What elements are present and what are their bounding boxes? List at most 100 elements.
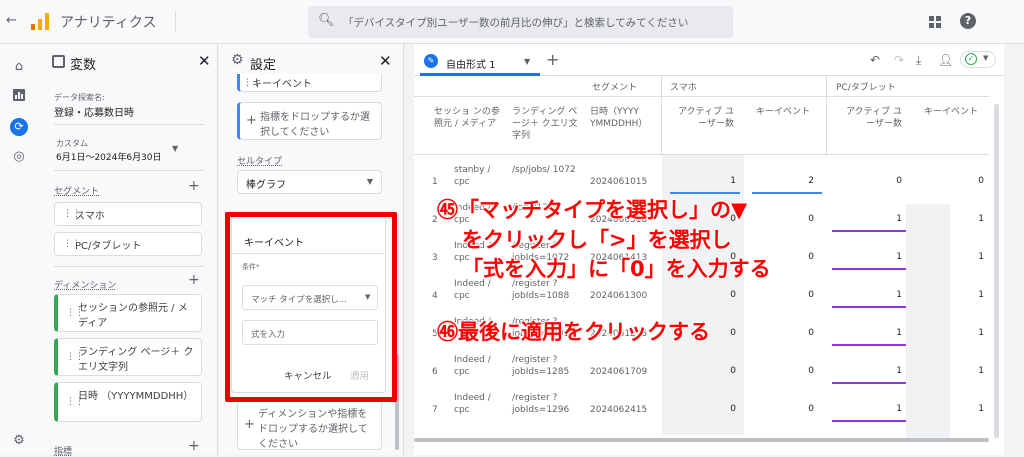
table-row[interactable]: 4 Indeed / cpc/register ?jobIds=1088 20240… (414, 276, 989, 314)
active-users-sp: 0 (730, 366, 736, 376)
explore-icon[interactable]: ⟳ (10, 118, 28, 136)
status-check-button[interactable]: ✓ ▼ (960, 51, 996, 68)
variables-title: 変数 (70, 58, 97, 73)
add-dimension-plus-icon: + (244, 417, 255, 432)
row-number: 6 (432, 367, 438, 377)
reports-icon[interactable] (10, 88, 28, 106)
table-row[interactable]: 7 Indeed / cpc/register ?jobIds=1296 20240… (414, 390, 989, 428)
active-users-sp: 0 (730, 290, 736, 300)
metric-bar (670, 192, 740, 194)
drop-metric-text: 指標をドロップするか選択してください (260, 112, 370, 138)
key-events-pc: 1 (978, 252, 984, 262)
explore-name[interactable]: 登録・応募数日時 (54, 104, 134, 119)
dimension-chip-landing[interactable]: ⋮⋮ ランディング ページ＋ クエリ文字列 (54, 338, 202, 376)
table-vertical-scrollbar[interactable] (994, 104, 999, 438)
variables-icon (52, 55, 65, 68)
help-icon[interactable]: ? (960, 13, 976, 29)
dimension-label: ランディング ページ＋ クエリ文字列 (78, 347, 194, 373)
add-tab-icon[interactable]: + (546, 50, 559, 69)
active-users-pc: 1 (896, 290, 902, 300)
add-segment-icon[interactable]: + (188, 178, 200, 194)
annotation-46: ㊻最後に適用をクリックする (437, 320, 710, 344)
redo-icon[interactable]: ↷ (894, 53, 904, 67)
search-box[interactable]: 🔍︎ 「デバイスタイプ別ユーザー数の前月比の伸び」と検索してみてください (308, 6, 733, 38)
nav-rail: ⌂ ⟳ ◎ ⚙ (0, 44, 38, 455)
segment-chip-pc[interactable]: ⋮⋮ PC/タブレット (54, 232, 202, 256)
col-divider (661, 76, 662, 154)
annotation-45-line1: ㊺「マッチタイプを選択し」の▼ (437, 198, 748, 222)
source-medium-header[interactable]: セッショ ンの参照元 / メディア (434, 106, 504, 130)
drop-metric-zone[interactable]: + 指標をドロップするか選択してください (237, 102, 382, 140)
active-users-header-sp[interactable]: アクティブ ユーザー数 (674, 106, 734, 130)
date-range-value: 6月1日～2024年6月30日 (56, 153, 162, 163)
table-horizontal-scrollbar[interactable] (414, 438, 989, 442)
metric-chip-key-events[interactable]: ⋮⋮ キーイベント (237, 74, 382, 92)
date-range-picker[interactable]: カスタム 6月1日～2024年6月30日 ▼ (54, 136, 204, 168)
search-icon: 🔍︎ (318, 13, 335, 28)
source-medium-cell: Indeed / cpc (454, 279, 491, 301)
app-title: アナリティクス (60, 15, 157, 31)
date-underline (54, 170, 204, 171)
key-events-header-pc[interactable]: キーイベント (924, 106, 984, 118)
key-events-sp: 0 (808, 328, 814, 338)
title-divider (175, 12, 176, 32)
drag-handle-icon[interactable]: ⋮⋮ (63, 209, 81, 219)
active-users-header-pc[interactable]: アクティブ ユーザー数 (842, 106, 902, 130)
landing-page-cell: /sp/jobs/ 1072 (512, 165, 576, 175)
datetime-header[interactable]: 日時（YYYY YMMDDHH） (590, 106, 656, 130)
key-events-header-sp[interactable]: キーイベント (756, 106, 816, 118)
close-settings-icon[interactable]: ✕ (379, 52, 392, 70)
add-metric-icon[interactable]: + (188, 438, 200, 454)
landing-page-header[interactable]: ランディング ページ＋ クエリ文字列 (512, 106, 578, 142)
landing-page-cell: /register ?jobIds=1285 (512, 355, 570, 377)
drag-handle-icon[interactable]: ⋮⋮ (66, 308, 84, 318)
drop-dimension-zone[interactable]: + ディメンションや指標をドロップするか選択してください (237, 400, 382, 450)
tab-dropdown-icon[interactable]: ▼ (524, 57, 530, 66)
check-icon: ✓ (965, 53, 977, 65)
segment-header: セグメント (592, 83, 638, 93)
dimension-chip-datetime[interactable]: ⋮⋮ 日時 （YYYYMMDDHH） (54, 382, 202, 422)
metrics-label: 指標 (54, 447, 73, 457)
advertising-icon[interactable]: ◎ (10, 148, 28, 166)
segment-smartphone-header[interactable]: スマホ (670, 82, 697, 94)
back-arrow-icon[interactable]: ← (6, 13, 17, 28)
drag-handle-icon[interactable]: ⋮⋮ (63, 239, 81, 249)
segment-chip-smartphone[interactable]: ⋮⋮ スマホ (54, 202, 202, 226)
top-bar: ← アナリティクス 🔍︎ 「デバイスタイプ別ユーザー数の前月比の伸び」と検索して… (0, 0, 1024, 44)
apps-grid-icon[interactable] (928, 14, 942, 28)
settings-title: 設定 (250, 58, 277, 73)
home-icon[interactable]: ⌂ (10, 58, 28, 76)
edit-tab-icon: ✎ (424, 54, 438, 68)
datetime-cell: 2024061015 (590, 177, 648, 187)
add-dimension-icon[interactable]: + (188, 272, 200, 288)
table-row[interactable]: 6 Indeed / cpc/register ?jobIds=1285 20240… (414, 352, 989, 390)
tab-free-form[interactable]: ✎ 自由形式 1 ▼ (420, 50, 540, 76)
table-row[interactable]: 1 stanby / cpc/sp/jobs/ 1072 2024061015 1 2 0… (414, 162, 989, 200)
active-users-pc: 1 (896, 252, 902, 262)
admin-gear-icon[interactable]: ⚙ (10, 432, 28, 450)
active-users-sp: 1 (730, 176, 736, 186)
share-user-icon[interactable]: 👤︎ (938, 53, 953, 67)
col-divider (826, 76, 827, 154)
active-users-pc: 1 (896, 214, 902, 224)
close-variables-icon[interactable]: ✕ (198, 52, 211, 70)
metric-bar (832, 344, 906, 346)
key-events-pc: 0 (978, 176, 984, 186)
drag-handle-icon[interactable]: ⋮⋮ (243, 78, 261, 88)
tab-label: 自由形式 1 (446, 60, 496, 71)
segment-pc-header[interactable]: PC/タブレット (836, 82, 896, 94)
search-placeholder: 「デバイスタイプ別ユーザー数の前月比の伸び」と検索してみてください (343, 17, 689, 29)
key-events-pc: 1 (978, 290, 984, 300)
download-icon[interactable]: ⤓ (916, 53, 921, 68)
metric-label: キーイベント (252, 79, 312, 90)
datetime-cell: 2024061300 (590, 291, 648, 301)
variables-panel: 変数 ✕ データ探索名: 登録・応募数日時 カスタム 6月1日～2024年6月3… (38, 44, 218, 457)
dimensions-label: ディメンション (54, 281, 117, 291)
metric-bar (832, 420, 906, 422)
drag-handle-icon[interactable]: ⋮⋮ (66, 352, 84, 362)
active-users-pc: 0 (896, 176, 902, 186)
drag-handle-icon[interactable]: ⋮⋮ (66, 397, 84, 407)
undo-icon[interactable]: ↶ (870, 53, 880, 67)
dimension-chip-source[interactable]: ⋮⋮ セッションの参照元 / メディア (54, 294, 202, 332)
cell-type-select[interactable]: 棒グラフ ▼ (237, 170, 382, 194)
